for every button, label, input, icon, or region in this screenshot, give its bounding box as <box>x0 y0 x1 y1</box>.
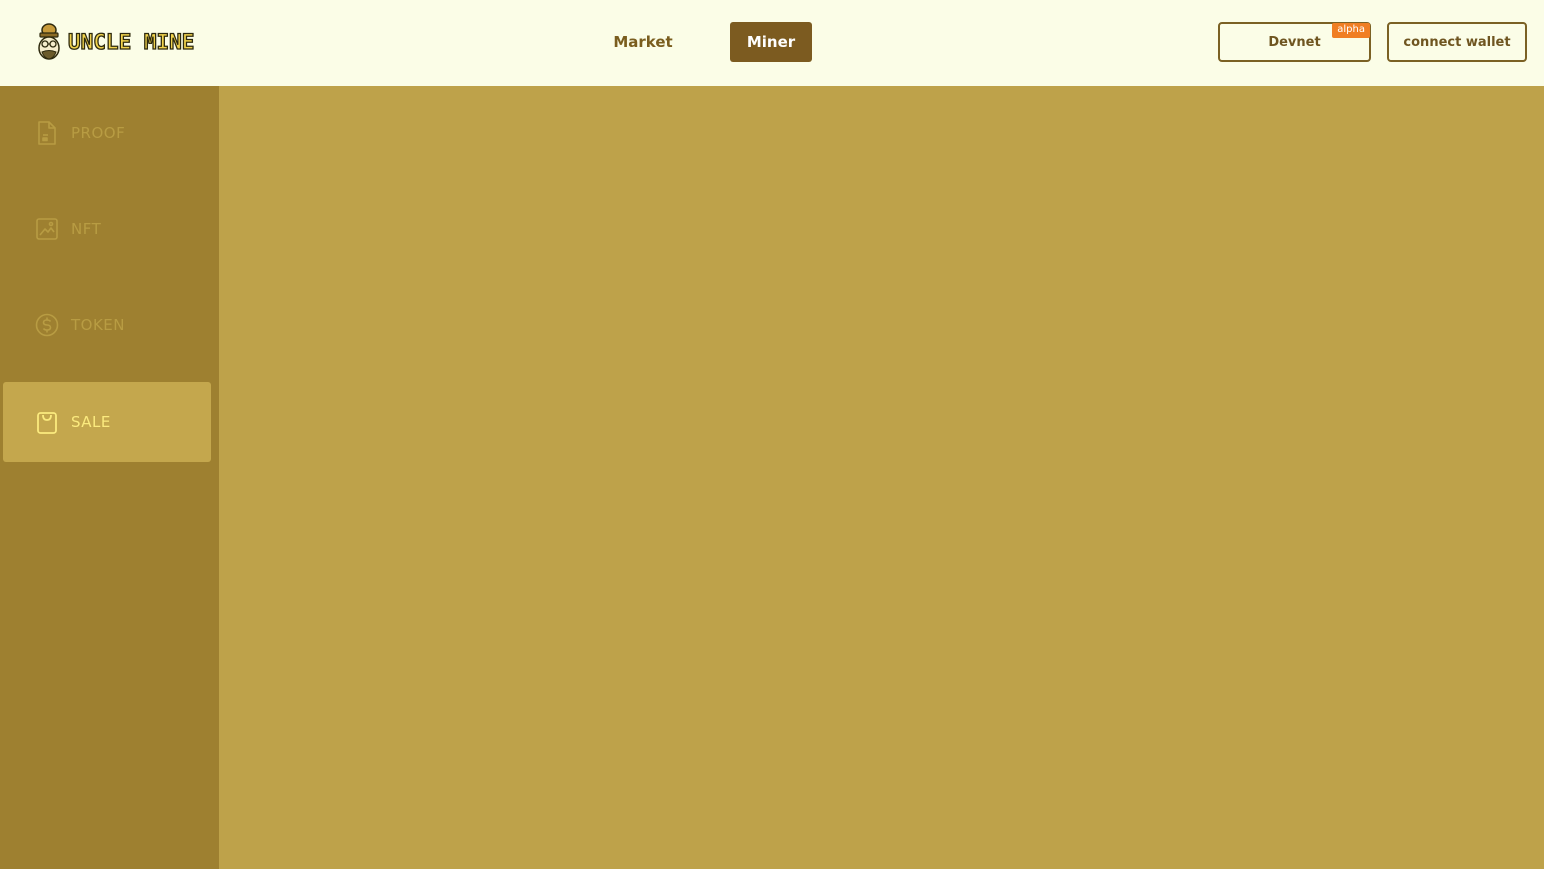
sidebar: PROOF NFT TOKEN SALE <box>0 86 219 869</box>
top-header: UNCLE MINE Market Miner Devnet alpha con… <box>0 0 1544 86</box>
network-button[interactable]: Devnet alpha <box>1218 22 1371 62</box>
sidebar-item-label: TOKEN <box>71 316 126 334</box>
logo[interactable]: UNCLE MINE <box>36 21 195 63</box>
sidebar-item-sale[interactable]: SALE <box>3 382 211 462</box>
connect-wallet-button[interactable]: connect wallet <box>1387 22 1527 62</box>
network-label: Devnet <box>1268 34 1321 50</box>
alpha-badge: alpha <box>1332 23 1370 38</box>
shopping-bag-icon <box>35 409 59 435</box>
sidebar-item-label: PROOF <box>71 124 126 142</box>
document-icon <box>35 120 59 146</box>
uncle-mascot-icon <box>36 22 62 62</box>
sidebar-item-label: NFT <box>71 220 102 238</box>
logo-text: UNCLE MINE <box>67 29 195 54</box>
sidebar-item-nft[interactable]: NFT <box>3 189 211 269</box>
nav-tab-market[interactable]: Market <box>598 22 688 62</box>
coin-icon <box>35 312 59 338</box>
sidebar-item-proof[interactable]: PROOF <box>3 93 211 173</box>
main-content-area <box>219 86 1544 869</box>
sidebar-item-token[interactable]: TOKEN <box>3 285 211 365</box>
image-icon <box>35 216 59 242</box>
sidebar-item-label: SALE <box>71 413 111 431</box>
nav-tab-miner[interactable]: Miner <box>730 22 812 62</box>
